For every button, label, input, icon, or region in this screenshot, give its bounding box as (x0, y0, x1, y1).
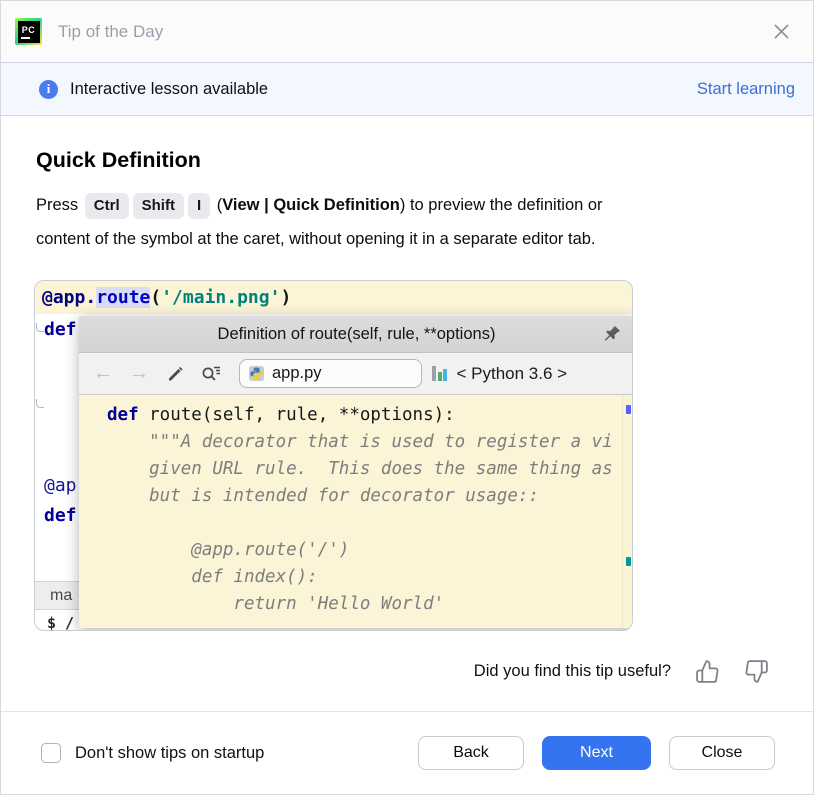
feedback-row: Did you find this tip useful? (1, 659, 769, 684)
pin-icon[interactable] (602, 324, 622, 349)
kbd-ctrl: Ctrl (84, 193, 129, 219)
editor-decorator-partial: @ap (44, 475, 77, 496)
def-keyword: def (107, 405, 139, 425)
edit-source-icon[interactable] (165, 364, 185, 384)
popup-scrollbar[interactable] (622, 395, 632, 628)
thumbs-down-icon[interactable] (744, 659, 769, 684)
kbd-i: I (187, 193, 211, 219)
tip-description: Press Ctrl Shift I (View | Quick Definitio… (36, 188, 796, 256)
footer-buttons: Back Next Close (418, 736, 775, 770)
docstring-line (107, 510, 632, 537)
python-file-icon (249, 366, 264, 381)
tip-of-the-day-dialog: PC Tip of the Day i Interactive lesson a… (0, 0, 814, 795)
token-paren-open: ( (150, 287, 162, 308)
scope-chart-icon (432, 366, 449, 381)
token-string: '/main.png' (161, 287, 281, 308)
banner-text: Interactive lesson available (70, 79, 269, 98)
scrollbar-mark-teal (626, 557, 631, 566)
kbd-shift: Shift (132, 193, 184, 219)
thumbs-up-icon[interactable] (695, 659, 720, 684)
docstring-line: given URL rule. This does the same thing… (107, 459, 613, 479)
file-name: app.py (272, 364, 322, 382)
docstring-line: """A decorator that is used to register … (107, 432, 613, 452)
pycharm-logo-icon: PC (15, 18, 42, 45)
docstring-line: def index(): (107, 567, 318, 587)
terminal-prompt: $ / (47, 614, 75, 631)
scrollbar-mark-blue (626, 405, 631, 414)
quick-definition-popup: Definition of route(self, rule, **option… (79, 316, 632, 628)
feedback-question: Did you find this tip useful? (473, 662, 671, 680)
checkbox-label: Don't show tips on startup (75, 743, 265, 762)
docstring-line: @app.route('/') (107, 540, 350, 560)
menu-path-separator: | (264, 196, 269, 214)
editor-def-keyword-2: def (44, 505, 77, 526)
lesson-banner: i Interactive lesson available Start lea… (1, 63, 813, 116)
function-signature: route(self, rule, **options): (138, 405, 455, 425)
popup-title-bar: Definition of route(self, rule, **option… (79, 316, 632, 353)
token-paren-close: ) (280, 287, 292, 308)
file-reference-box[interactable]: app.py (239, 359, 422, 388)
next-button[interactable]: Next (542, 736, 651, 770)
tip-title: Quick Definition (36, 148, 201, 172)
tip-content: Quick Definition Press Ctrl Shift I (View … (1, 116, 813, 711)
info-icon: i (39, 79, 58, 99)
dont-show-tips-checkbox[interactable] (41, 743, 61, 763)
back-button[interactable]: Back (418, 736, 524, 770)
window-title: Tip of the Day (58, 21, 164, 41)
code-signature-line: def route(self, rule, **options): (107, 402, 632, 429)
token-decorator: @app. (42, 287, 97, 308)
menu-path-quick-definition: Quick Definition (273, 196, 400, 214)
tip-text-line2: content of the symbol at the caret, with… (36, 230, 596, 248)
editor-def-keyword: def (44, 319, 77, 340)
back-arrow-icon[interactable]: ← (93, 362, 113, 385)
token-route-highlight: route (96, 287, 151, 308)
pycharm-logo-text: PC (21, 24, 36, 35)
dialog-footer: Don't show tips on startup Back Next Clo… (1, 711, 813, 794)
fold-marker-icon (36, 323, 44, 332)
popup-title-text: Definition of route(self, rule, **option… (217, 324, 496, 343)
forward-arrow-icon[interactable]: → (129, 362, 149, 385)
close-icon[interactable] (767, 18, 795, 46)
popup-toolbar: ← → app.py < Python 3.6 > (79, 353, 632, 395)
tip-illustration-screenshot: @app. route('/main.png') def @ap def ma $… (34, 280, 633, 631)
docstring-line: return 'Hello World' (107, 594, 445, 614)
interpreter-selector[interactable]: < Python 3.6 > (457, 364, 568, 384)
close-button[interactable]: Close (669, 736, 775, 770)
editor-tab-label: ma (50, 586, 73, 604)
menu-path-view: View (222, 196, 260, 214)
press-text: Press (36, 196, 79, 214)
find-usages-icon[interactable] (200, 364, 222, 384)
editor-code-line: @app. route('/main.png') (35, 281, 632, 314)
docstring-line: but is intended for decorator usage:: (107, 486, 539, 506)
tip-text-line1: ) to preview the definition or (399, 196, 603, 214)
start-learning-link[interactable]: Start learning (697, 80, 795, 99)
title-bar: PC Tip of the Day (1, 1, 813, 63)
popup-code-body: def route(self, rule, **options): """A d… (79, 395, 632, 628)
fold-marker-icon (36, 399, 44, 408)
